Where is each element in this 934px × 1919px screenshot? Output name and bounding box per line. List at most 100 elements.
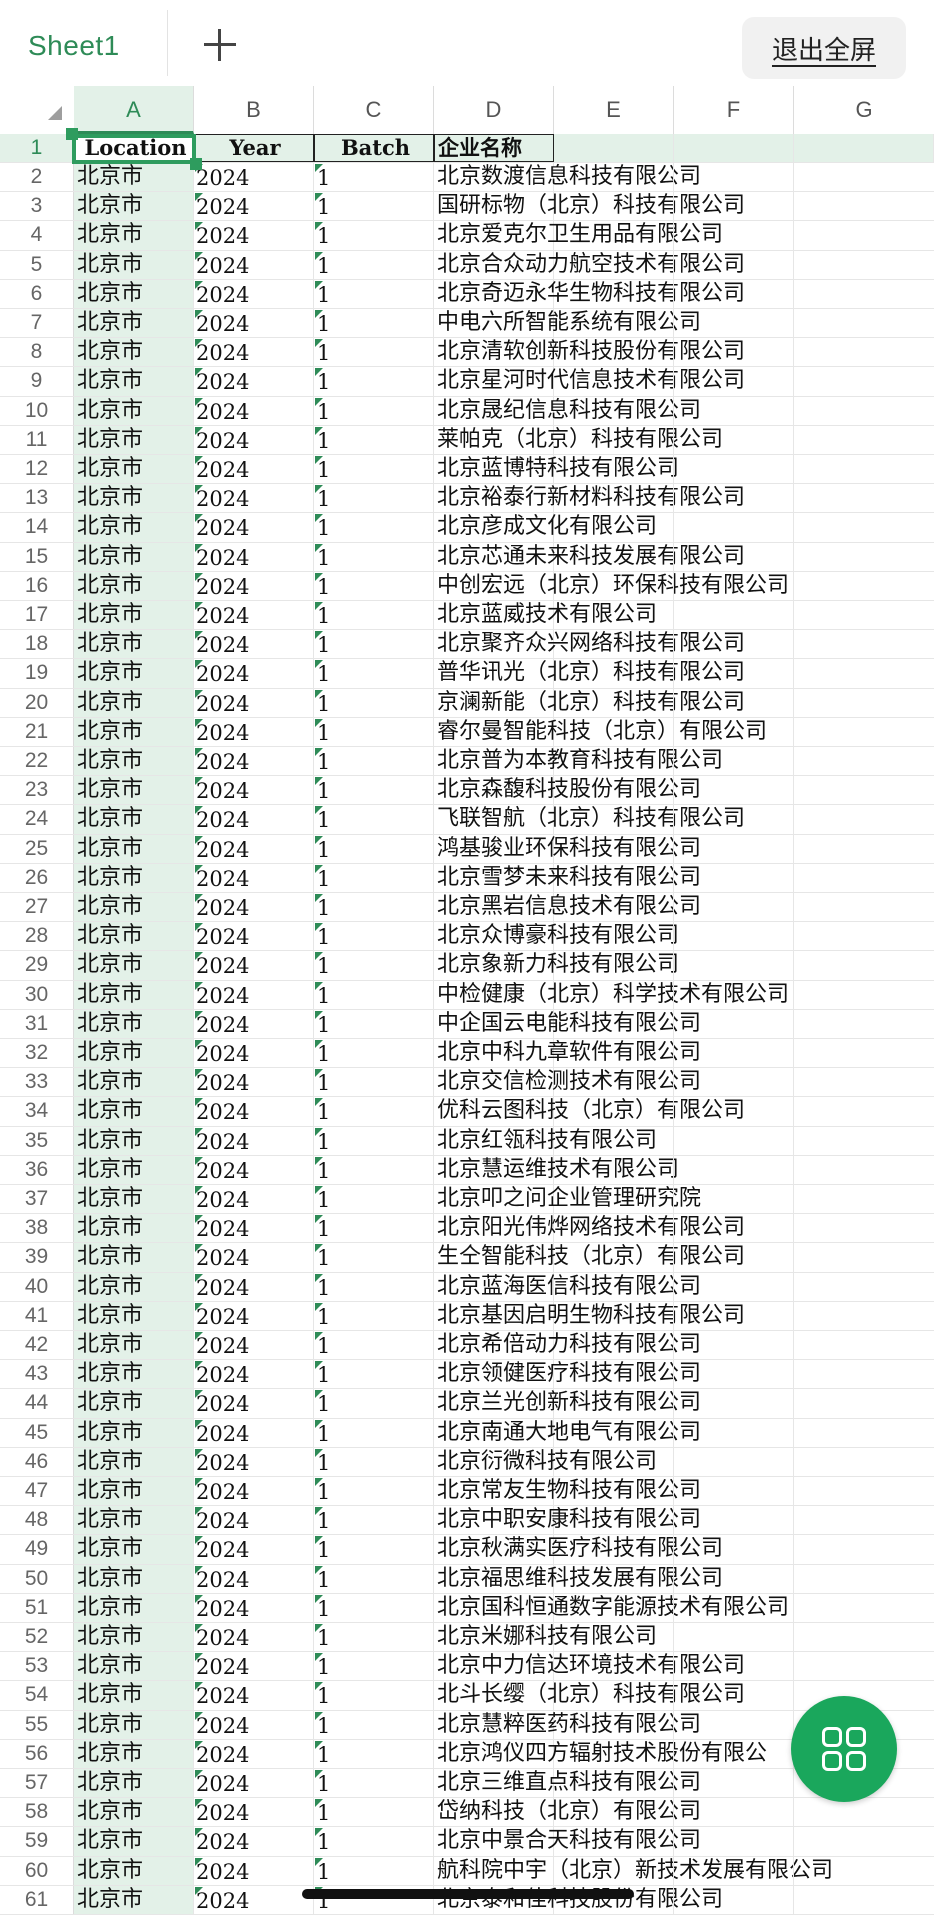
cell-location[interactable]: 北京市 <box>74 834 194 863</box>
selection-handle-top-left[interactable] <box>66 128 78 140</box>
cell-year[interactable]: 2024 <box>194 1360 314 1389</box>
cell-year[interactable]: 2024 <box>194 776 314 805</box>
cell[interactable] <box>674 1769 794 1798</box>
cell-company[interactable]: 北京爱克尔卫生用品有限公司 <box>434 221 723 250</box>
cell[interactable] <box>674 455 794 484</box>
cell-year[interactable]: 2024 <box>194 163 314 192</box>
cell[interactable] <box>674 279 794 308</box>
cell[interactable] <box>794 134 934 162</box>
cell-year[interactable]: 2024 <box>194 1710 314 1739</box>
row-number[interactable]: 38 <box>0 1214 74 1243</box>
exit-fullscreen-button[interactable]: 退出全屏 <box>742 17 906 79</box>
cell-batch[interactable]: 1 <box>314 1185 434 1214</box>
cell[interactable] <box>674 688 794 717</box>
cell[interactable] <box>794 1097 934 1125</box>
row-number[interactable]: 10 <box>0 396 74 425</box>
cell[interactable] <box>674 1506 794 1535</box>
cell-location[interactable]: 北京市 <box>74 776 194 805</box>
cell[interactable] <box>794 1010 934 1038</box>
cell[interactable] <box>794 1331 934 1359</box>
cell-location[interactable]: 北京市 <box>74 1681 194 1710</box>
cell[interactable] <box>794 455 934 483</box>
cell-year[interactable]: 2024 <box>194 542 314 571</box>
cell[interactable] <box>794 630 934 658</box>
cell[interactable] <box>554 1360 674 1389</box>
cell[interactable] <box>554 1272 674 1301</box>
cell-company[interactable]: 北京聚齐众兴网络科技有限公司 <box>434 630 745 659</box>
cell-company[interactable]: 北京彦成文化有限公司 <box>434 513 657 542</box>
cell-location[interactable]: 北京市 <box>74 425 194 454</box>
cell-location[interactable]: 北京市 <box>74 1389 194 1418</box>
cell-year[interactable]: 2024 <box>194 279 314 308</box>
cell-location[interactable]: 北京市 <box>74 1009 194 1038</box>
cell-batch[interactable]: 1 <box>314 1535 434 1564</box>
row-number[interactable]: 46 <box>0 1447 74 1476</box>
cell-batch[interactable]: 1 <box>314 542 434 571</box>
cell[interactable] <box>674 542 794 571</box>
cell-batch[interactable]: 1 <box>314 338 434 367</box>
cell[interactable] <box>674 571 794 600</box>
cell[interactable] <box>794 689 934 717</box>
cell-location[interactable]: 北京市 <box>74 951 194 980</box>
cell-batch[interactable]: 1 <box>314 1623 434 1652</box>
column-header-d[interactable]: D <box>434 86 554 134</box>
row-number[interactable]: 9 <box>0 367 74 396</box>
cell[interactable] <box>674 1564 794 1593</box>
cell[interactable] <box>674 1009 794 1038</box>
row-number[interactable]: 24 <box>0 805 74 834</box>
cell-year[interactable]: 2024 <box>194 601 314 630</box>
cell-location[interactable]: 北京市 <box>74 1447 194 1476</box>
cell-year[interactable]: 2024 <box>194 747 314 776</box>
row-number[interactable]: 47 <box>0 1477 74 1506</box>
row-number[interactable]: 22 <box>0 747 74 776</box>
cell-company[interactable]: 北京国科恒通数字能源技术有限公司 <box>434 1593 789 1622</box>
cell[interactable] <box>794 1623 934 1651</box>
cell[interactable] <box>554 1856 674 1885</box>
cell-company[interactable]: 国研标物（北京）科技有限公司 <box>434 192 745 221</box>
cell[interactable] <box>794 776 934 804</box>
cell-batch[interactable]: 1 <box>314 1214 434 1243</box>
cell-batch[interactable]: 1 <box>314 659 434 688</box>
cell[interactable] <box>794 864 934 892</box>
cell[interactable] <box>794 1886 934 1914</box>
column-header-c[interactable]: C <box>314 86 434 134</box>
cell-location[interactable]: 北京市 <box>74 630 194 659</box>
cell[interactable] <box>554 542 674 571</box>
cell-location[interactable]: 北京市 <box>74 1535 194 1564</box>
cell[interactable] <box>794 1039 934 1067</box>
cell-company[interactable]: 北京希倍动力科技有限公司 <box>434 1331 701 1360</box>
cell[interactable] <box>554 1710 674 1739</box>
cell[interactable] <box>554 221 674 250</box>
cell[interactable] <box>674 1126 794 1155</box>
cell-year[interactable]: 2024 <box>194 571 314 600</box>
cell-location[interactable]: 北京市 <box>74 659 194 688</box>
cell[interactable] <box>674 1739 794 1768</box>
cell[interactable] <box>554 659 674 688</box>
cell[interactable] <box>794 1389 934 1417</box>
cell[interactable] <box>554 163 674 192</box>
cell[interactable] <box>794 1214 934 1242</box>
cell-batch[interactable]: 1 <box>314 1155 434 1184</box>
cell-location[interactable]: 北京市 <box>74 1856 194 1885</box>
cell-batch[interactable]: 1 <box>314 221 434 250</box>
cell-company[interactable]: 普华讯光（北京）科技有限公司 <box>434 659 745 688</box>
cell[interactable] <box>674 309 794 338</box>
cell-company[interactable]: 北京芯通未来科技发展有限公司 <box>434 542 745 571</box>
cell[interactable] <box>794 1798 934 1826</box>
cell[interactable] <box>794 1477 934 1505</box>
cell-location[interactable]: 北京市 <box>74 805 194 834</box>
cell[interactable] <box>554 1769 674 1798</box>
row-number[interactable]: 34 <box>0 1097 74 1126</box>
cell-location[interactable]: 北京市 <box>74 1710 194 1739</box>
cell-batch[interactable]: 1 <box>314 1593 434 1622</box>
cell-location[interactable]: 北京市 <box>74 893 194 922</box>
row-number[interactable]: 25 <box>0 834 74 863</box>
cell[interactable] <box>674 951 794 980</box>
cell-batch[interactable]: 1 <box>314 1652 434 1681</box>
cell[interactable] <box>554 893 674 922</box>
cell-company[interactable]: 北京奇迈永华生物科技有限公司 <box>434 279 745 308</box>
cell-year[interactable]: 2024 <box>194 717 314 746</box>
row-number[interactable]: 51 <box>0 1593 74 1622</box>
cell-company[interactable]: 北京黑岩信息技术有限公司 <box>434 893 701 922</box>
cell[interactable] <box>674 776 794 805</box>
